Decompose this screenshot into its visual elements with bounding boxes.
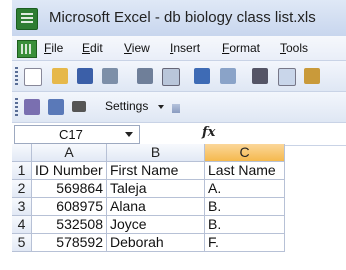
settings-button[interactable]: Settings bbox=[105, 99, 148, 113]
window-title: Microsoft Excel - db biology class list.… bbox=[49, 9, 316, 26]
settings-dropdown-icon[interactable] bbox=[158, 105, 164, 109]
cell-a4[interactable]: 532508 bbox=[32, 216, 107, 234]
menu-insert[interactable]: Insert bbox=[170, 41, 200, 55]
research-icon[interactable] bbox=[220, 68, 236, 84]
sort-descending-icon[interactable] bbox=[48, 99, 64, 115]
cell-c4[interactable]: B. bbox=[205, 216, 285, 234]
formula-bar: C17 fx bbox=[12, 122, 346, 146]
cell-b2[interactable]: Taleja bbox=[107, 180, 205, 198]
menu-tools[interactable]: Tools bbox=[280, 41, 308, 55]
cell-c1[interactable]: Last Name bbox=[205, 162, 285, 180]
spelling-icon[interactable] bbox=[194, 68, 210, 84]
save-icon[interactable] bbox=[77, 68, 93, 84]
cut-icon[interactable] bbox=[252, 68, 268, 84]
title-bar: Microsoft Excel - db biology class list.… bbox=[12, 0, 346, 36]
toolbar-options-icon[interactable] bbox=[172, 104, 180, 113]
cell-a2[interactable]: 569864 bbox=[32, 180, 107, 198]
name-box-dropdown-icon[interactable] bbox=[125, 132, 133, 137]
cell-c2[interactable]: A. bbox=[205, 180, 285, 198]
open-icon[interactable] bbox=[52, 68, 68, 84]
standard-toolbar bbox=[12, 61, 346, 92]
workbook-icon[interactable] bbox=[17, 40, 37, 58]
toolbar-grip[interactable] bbox=[15, 98, 18, 116]
name-box[interactable]: C17 bbox=[14, 125, 140, 144]
menu-file[interactable]: File bbox=[44, 41, 63, 55]
copy-icon[interactable] bbox=[278, 68, 296, 86]
column-header-a[interactable]: A bbox=[32, 144, 107, 162]
name-box-value: C17 bbox=[59, 127, 83, 142]
cell-a3[interactable]: 608975 bbox=[32, 198, 107, 216]
paste-icon[interactable] bbox=[304, 68, 320, 84]
row-header[interactable]: 2 bbox=[12, 180, 32, 198]
excel-app-icon[interactable] bbox=[16, 8, 38, 30]
row-header[interactable]: 3 bbox=[12, 198, 32, 216]
toolbar-grip[interactable] bbox=[15, 67, 18, 85]
cell-c5[interactable]: F. bbox=[205, 234, 285, 252]
cell-a5[interactable]: 578592 bbox=[32, 234, 107, 252]
print-preview-icon[interactable] bbox=[162, 68, 180, 86]
settings-icon[interactable] bbox=[72, 101, 86, 112]
row-header[interactable]: 4 bbox=[12, 216, 32, 234]
row-header[interactable]: 1 bbox=[12, 162, 32, 180]
print-icon[interactable] bbox=[137, 68, 153, 84]
menu-format[interactable]: Format bbox=[222, 41, 260, 55]
cell-b5[interactable]: Deborah bbox=[107, 234, 205, 252]
insert-function-icon[interactable]: fx bbox=[202, 125, 215, 140]
cell-c3[interactable]: B. bbox=[205, 198, 285, 216]
menu-bar: File Edit View Insert Format Tools bbox=[12, 36, 346, 61]
cell-a1[interactable]: ID Number bbox=[32, 162, 107, 180]
cell-b3[interactable]: Alana bbox=[107, 198, 205, 216]
menu-view[interactable]: View bbox=[124, 41, 150, 55]
cell-b1[interactable]: First Name bbox=[107, 162, 205, 180]
column-header-b[interactable]: B bbox=[107, 144, 205, 162]
select-all-corner[interactable] bbox=[12, 144, 32, 162]
cell-b4[interactable]: Joyce bbox=[107, 216, 205, 234]
sort-ascending-icon[interactable] bbox=[24, 99, 40, 115]
new-icon[interactable] bbox=[24, 68, 42, 86]
row-header[interactable]: 5 bbox=[12, 234, 32, 252]
permission-icon[interactable] bbox=[102, 68, 118, 84]
menu-edit[interactable]: Edit bbox=[82, 41, 103, 55]
column-header-c[interactable]: C bbox=[205, 144, 285, 162]
sort-toolbar: Settings bbox=[12, 92, 346, 123]
